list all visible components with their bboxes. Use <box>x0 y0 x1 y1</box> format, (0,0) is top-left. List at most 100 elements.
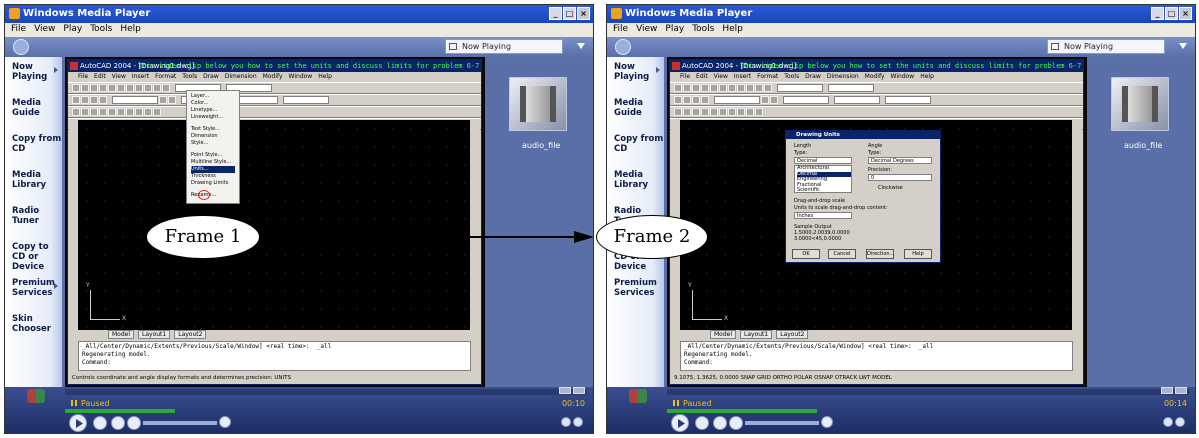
previous-button[interactable] <box>713 416 727 430</box>
volume-knob[interactable] <box>219 416 231 428</box>
repeat-button[interactable] <box>1175 417 1185 427</box>
tab-layout2[interactable]: Layout2 <box>174 330 207 339</box>
menu-play[interactable]: Play <box>63 24 82 36</box>
tool-icon[interactable] <box>719 84 727 92</box>
minimize-button[interactable]: _ <box>1151 7 1164 20</box>
play-button[interactable] <box>671 414 689 432</box>
stretch-button[interactable] <box>573 387 585 394</box>
dragdrop-units-select[interactable]: Inches <box>794 212 852 219</box>
tool-icon[interactable] <box>108 108 116 116</box>
sidebar-item-media-guide[interactable]: Media Guide <box>5 93 62 129</box>
now-playing-dropdown[interactable]: Now Playing <box>445 39 563 54</box>
acad-menu-item[interactable]: Insert <box>734 73 751 81</box>
tool-icon[interactable] <box>746 84 754 92</box>
style-select[interactable] <box>828 84 874 92</box>
stretch-button[interactable] <box>1175 387 1187 394</box>
sidebar-item-copy-to-cd[interactable]: Copy to CD or Device <box>5 237 62 273</box>
format-menu-item[interactable]: Multiline Style... <box>191 159 235 166</box>
tab-layout1[interactable]: Layout1 <box>740 330 773 339</box>
menu-help[interactable]: Help <box>120 24 141 36</box>
tool-icon[interactable] <box>719 108 727 116</box>
tool-icon[interactable] <box>683 84 691 92</box>
tool-icon[interactable] <box>674 96 682 104</box>
acad-menu-item[interactable]: Dimension <box>827 73 859 81</box>
volume-knob[interactable] <box>821 416 833 428</box>
lineweight-select[interactable] <box>885 96 931 104</box>
tool-icon[interactable] <box>99 84 107 92</box>
layer-select[interactable] <box>714 96 760 104</box>
sidebar-item-skin-chooser[interactable]: Skin Chooser <box>5 309 62 345</box>
close-button[interactable]: × <box>577 7 590 20</box>
sidebar-item-media-guide[interactable]: Media Guide <box>607 93 664 129</box>
tool-icon[interactable] <box>135 84 143 92</box>
direction-button[interactable]: Direction... <box>866 249 894 259</box>
acad-menu-item[interactable]: Dimension <box>225 73 257 81</box>
tool-icon[interactable] <box>728 84 736 92</box>
acad-menu-item[interactable]: Help <box>318 73 332 81</box>
acad-menu-item[interactable]: Window <box>289 73 313 81</box>
tool-icon[interactable] <box>770 96 778 104</box>
chevron-down-icon[interactable] <box>1179 43 1187 49</box>
menu-help[interactable]: Help <box>722 24 743 36</box>
tool-icon[interactable] <box>755 84 763 92</box>
sidebar-item-media-library[interactable]: Media Library <box>607 165 664 201</box>
tool-icon[interactable] <box>701 84 709 92</box>
tool-icon[interactable] <box>755 108 763 116</box>
format-menu-item[interactable]: Dimension Style... <box>191 133 235 147</box>
tool-icon[interactable] <box>90 84 98 92</box>
tab-layout1[interactable]: Layout1 <box>138 330 171 339</box>
play-button[interactable] <box>69 414 87 432</box>
tool-icon[interactable] <box>81 108 89 116</box>
tool-icon[interactable] <box>90 96 98 104</box>
tool-icon[interactable] <box>761 96 769 104</box>
fullscreen-button[interactable] <box>1161 387 1173 394</box>
tool-icon[interactable] <box>99 108 107 116</box>
menu-play[interactable]: Play <box>665 24 684 36</box>
layer-select[interactable] <box>112 96 158 104</box>
format-menu-item[interactable]: Text Style... <box>191 126 235 133</box>
acad-menu-item[interactable]: Tools <box>784 73 799 81</box>
angle-type-select[interactable]: Decimal Degrees <box>868 157 932 164</box>
tool-icon[interactable] <box>108 84 116 92</box>
sidebar-item-radio-tuner[interactable]: Radio Tuner <box>5 201 62 237</box>
fullscreen-button[interactable] <box>559 387 571 394</box>
format-menu-item[interactable]: Color... <box>191 100 235 107</box>
tool-icon[interactable] <box>710 84 718 92</box>
seek-bar[interactable] <box>65 389 587 395</box>
shuffle-button[interactable] <box>561 417 571 427</box>
acad-menu-item[interactable]: Edit <box>94 73 106 81</box>
format-menu-item[interactable]: Linetype... <box>191 107 235 114</box>
modify-toolbar[interactable] <box>470 120 480 330</box>
tab-model[interactable]: Model <box>710 330 737 339</box>
length-option[interactable]: Scientific <box>797 187 851 194</box>
acad-menu-item[interactable]: Modify <box>263 73 283 81</box>
back-button[interactable] <box>615 39 631 55</box>
acad-menu-item[interactable]: Edit <box>696 73 708 81</box>
tool-icon[interactable] <box>710 108 718 116</box>
tool-icon[interactable] <box>117 108 125 116</box>
previous-button[interactable] <box>111 416 125 430</box>
command-line[interactable]: _All/Center/Dynamic/Extents/Previous/Sca… <box>78 341 471 371</box>
tool-icon[interactable] <box>126 108 134 116</box>
tool-icon[interactable] <box>701 108 709 116</box>
tool-icon[interactable] <box>683 96 691 104</box>
tool-icon[interactable] <box>81 96 89 104</box>
linetype-select[interactable] <box>834 96 880 104</box>
tool-icon[interactable] <box>674 108 682 116</box>
acad-menu-item[interactable]: Window <box>891 73 915 81</box>
acad-menu-item[interactable]: View <box>112 73 126 81</box>
minimize-button[interactable]: _ <box>549 7 562 20</box>
format-menu-item[interactable]: Drawing Limits <box>191 180 235 187</box>
acad-menu-item[interactable]: Format <box>757 73 778 81</box>
sidebar-item-copy-from-cd[interactable]: Copy from CD <box>5 129 62 165</box>
sidebar-item-premium-services[interactable]: Premium Services <box>607 273 664 309</box>
sidebar-item-media-library[interactable]: Media Library <box>5 165 62 201</box>
acad-menu-item[interactable]: Draw <box>805 73 821 81</box>
format-menu-item[interactable]: Thickness <box>191 173 235 180</box>
acad-menu-item[interactable]: Modify <box>865 73 885 81</box>
acad-menu-item[interactable]: File <box>680 73 690 81</box>
sidebar-item-now-playing[interactable]: Now Playing <box>607 57 664 93</box>
tool-icon[interactable] <box>692 96 700 104</box>
back-button[interactable] <box>13 39 29 55</box>
volume-slider[interactable] <box>143 421 217 425</box>
